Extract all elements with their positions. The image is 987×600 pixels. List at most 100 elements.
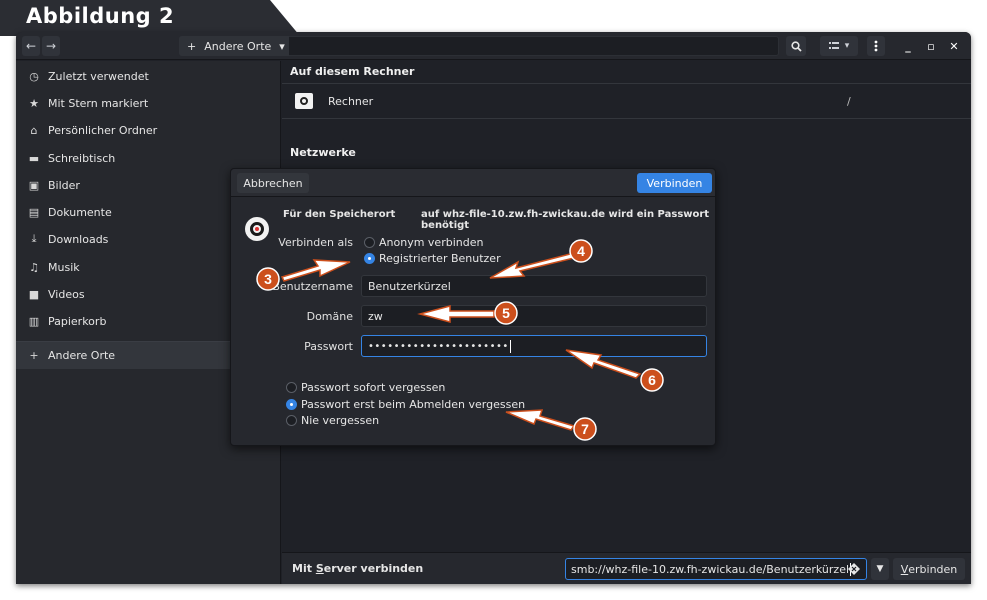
- radio-anonymous[interactable]: Anonym verbinden: [364, 236, 483, 249]
- sidebar-item-label: Zuletzt verwendet: [48, 69, 149, 83]
- sidebar-item-label: Musik: [48, 260, 80, 274]
- connect-server-button[interactable]: Verbinden: [893, 558, 965, 580]
- plus-icon: +: [187, 39, 197, 53]
- computer-label: Rechner: [328, 95, 374, 108]
- arrow-left-icon: ←: [25, 39, 37, 53]
- figure-title: Abbildung 2: [26, 4, 175, 28]
- radio-registered-user[interactable]: Registrierter Benutzer: [364, 252, 501, 265]
- radio-indicator: [364, 237, 375, 248]
- computer-path: /: [847, 95, 851, 108]
- desktop-icon: ▬: [28, 151, 40, 165]
- menu-button[interactable]: [867, 36, 885, 56]
- sidebar-item-label: Videos: [48, 287, 85, 301]
- computer-row[interactable]: Rechner /: [282, 84, 971, 118]
- text-cursor: [509, 339, 511, 353]
- radio-indicator: [286, 399, 297, 410]
- sidebar-item-label: Schreibtisch: [48, 151, 116, 165]
- chevron-down-icon: ▾: [279, 39, 285, 53]
- chevron-down-icon: ▼: [876, 564, 884, 574]
- star-icon: ★: [29, 96, 39, 110]
- section-title-networks: Netzwerke: [290, 146, 356, 159]
- radio-label: Anonym verbinden: [379, 236, 484, 249]
- plus-icon: +: [29, 349, 39, 362]
- sidebar-item-label: Downloads: [48, 232, 109, 246]
- password-value: ••••••••••••••••••••••: [368, 340, 509, 352]
- headerbar: ← → + Andere Orte ▾ ▾ _ ▫ ✕: [16, 32, 971, 60]
- clock-icon: ◷: [29, 69, 39, 83]
- sidebar-item-label: Bilder: [48, 178, 80, 192]
- connect-button-mnemonic: V: [900, 562, 909, 576]
- server-address-input[interactable]: smb://whz-file-10.zw.fh-zwickau.de/Benut…: [565, 558, 867, 580]
- chevron-down-icon: ▾: [844, 41, 850, 51]
- radio-label: Passwort erst beim Abmelden vergessen: [301, 398, 526, 411]
- radio-indicator: [286, 382, 297, 393]
- sidebar-item-label: Dokumente: [48, 205, 112, 219]
- arrow-right-icon: →: [45, 39, 57, 53]
- view-options-button[interactable]: ▾: [820, 36, 858, 56]
- sidebar-item-starred[interactable]: ★ Mit Stern markiert: [16, 90, 281, 116]
- clear-entry-icon[interactable]: [848, 563, 860, 575]
- password-dialog: Abbrechen Verbinden Für den Speicherort …: [230, 168, 716, 446]
- video-icon: ■: [28, 287, 40, 301]
- connect-to-server-bar: Mit Server verbinden smb://whz-file-10.z…: [282, 552, 971, 584]
- radio-forget-on-logout[interactable]: Passwort erst beim Abmelden vergessen: [286, 398, 525, 411]
- path-item-label: Andere Orte: [204, 39, 272, 53]
- radio-label: Registrierter Benutzer: [379, 252, 501, 265]
- maximize-icon: ▫: [927, 39, 935, 53]
- sidebar-item-label: Persönlicher Ordner: [48, 123, 158, 137]
- connect-label-part: erver verbinden: [323, 562, 424, 575]
- domain-value: zw: [368, 309, 383, 323]
- connect-label-mnemonic: S: [315, 562, 324, 575]
- connect-to-server-label: Mit Server verbinden: [292, 562, 423, 575]
- username-field[interactable]: Benutzerkürzel: [361, 275, 707, 297]
- back-button[interactable]: ←: [22, 36, 40, 56]
- server-address-value: smb://whz-file-10.zw.fh-zwickau.de/Benut…: [571, 562, 850, 576]
- drive-icon: [295, 93, 313, 109]
- sidebar-item-home[interactable]: ⌂ Persönlicher Ordner: [16, 117, 281, 143]
- section-divider: [282, 118, 971, 119]
- sidebar-item-recent[interactable]: ◷ Zuletzt verwendet: [16, 63, 281, 89]
- path-item-other-places[interactable]: + Andere Orte ▾: [179, 36, 289, 56]
- password-prompt-message: auf whz-file-10.zw.fh-zwickau.de wird ei…: [421, 209, 710, 231]
- list-view-icon: [828, 42, 839, 49]
- username-value: Benutzerkürzel: [368, 279, 451, 293]
- username-label: Benutzername: [272, 280, 353, 293]
- sidebar-item-label: Mit Stern markiert: [48, 96, 149, 110]
- password-field[interactable]: ••••••••••••••••••••••: [361, 335, 707, 357]
- sidebar-item-label: Andere Orte: [48, 349, 116, 362]
- minimize-icon: _: [905, 39, 911, 53]
- connect-button-label: erbinden: [908, 562, 958, 576]
- radio-forget-now[interactable]: Passwort sofort vergessen: [286, 381, 445, 394]
- password-prompt-location-label: Für den Speicherort: [283, 209, 396, 220]
- download-icon: ⤓: [31, 232, 37, 245]
- connect-label-part: Mit: [292, 562, 316, 575]
- figure-title-banner: Abbildung 2: [0, 0, 300, 36]
- radio-never-forget[interactable]: Nie vergessen: [286, 414, 379, 427]
- cancel-button[interactable]: Abbrechen: [237, 173, 309, 193]
- forward-button[interactable]: →: [42, 36, 60, 56]
- close-button[interactable]: ✕: [946, 38, 962, 54]
- password-label: Passwort: [304, 340, 353, 353]
- close-icon: ✕: [949, 39, 959, 53]
- document-icon: ▤: [28, 205, 40, 219]
- music-icon: ♫: [29, 260, 39, 274]
- maximize-button[interactable]: ▫: [923, 38, 939, 54]
- radio-indicator: [286, 415, 297, 426]
- connect-button[interactable]: Verbinden: [637, 173, 712, 193]
- section-title-this-computer: Auf diesem Rechner: [290, 65, 415, 78]
- domain-field[interactable]: zw: [361, 305, 707, 327]
- dialog-header: Abbrechen Verbinden: [231, 169, 715, 197]
- server-history-dropdown[interactable]: ▼: [871, 558, 889, 580]
- search-icon: [790, 40, 802, 52]
- connect-as-label: Verbinden als: [278, 236, 353, 249]
- kebab-menu-icon: [874, 40, 878, 52]
- trash-icon: ▥: [28, 314, 40, 328]
- domain-label: Domäne: [306, 310, 353, 323]
- sidebar-item-label: Papierkorb: [48, 314, 107, 328]
- radio-indicator: [364, 253, 375, 264]
- home-icon: ⌂: [30, 123, 38, 137]
- minimize-button[interactable]: _: [900, 38, 916, 54]
- search-button[interactable]: [786, 36, 806, 56]
- radio-label: Nie vergessen: [301, 414, 380, 427]
- radio-label: Passwort sofort vergessen: [301, 381, 446, 394]
